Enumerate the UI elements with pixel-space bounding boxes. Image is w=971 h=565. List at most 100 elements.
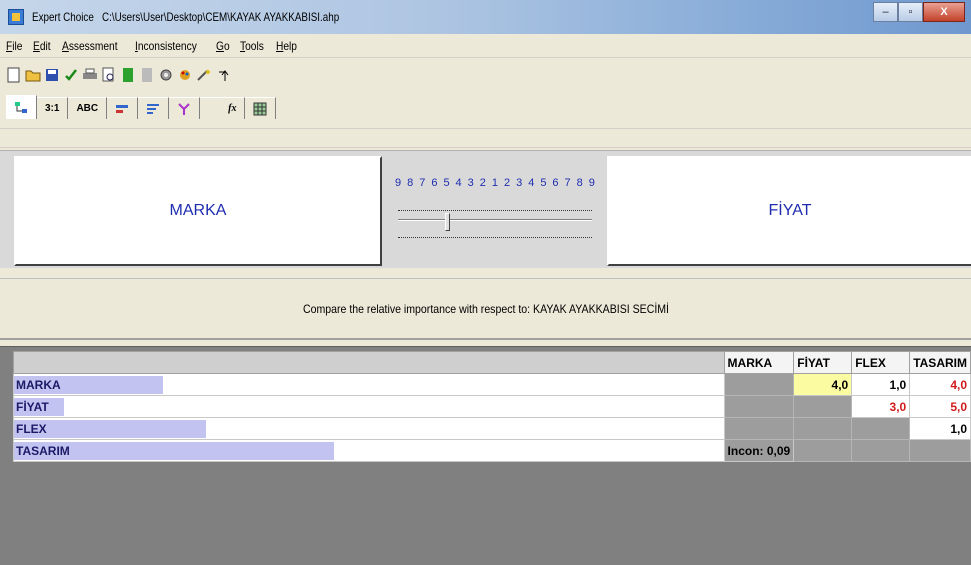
matrix-cell[interactable]: [793, 439, 853, 462]
row-label: FLEX: [16, 421, 47, 436]
tab-numerical[interactable]: 3:1: [37, 97, 69, 119]
scale-number: 4: [528, 177, 535, 189]
bars-icon: [116, 104, 129, 113]
row-label: MARKA: [16, 377, 61, 392]
col-header[interactable]: FLEX: [851, 351, 911, 374]
row-label: FİYAT: [16, 399, 49, 414]
title-bar: Expert Choice C:\Users\User\Desktop\CEM\…: [0, 0, 971, 34]
minimize-button[interactable]: –: [873, 2, 898, 22]
maximize-button[interactable]: ▫: [898, 2, 923, 22]
row-element-name[interactable]: FİYAT: [13, 395, 725, 418]
open-folder-icon[interactable]: [25, 67, 41, 83]
matrix-cell[interactable]: 1,0: [851, 373, 911, 396]
tree-icon: [15, 101, 27, 113]
right-element[interactable]: FİYAT: [607, 156, 971, 266]
menu-tools[interactable]: Tools: [240, 39, 264, 53]
tab-structure[interactable]: [169, 97, 201, 119]
scale-number: 4: [455, 177, 462, 189]
matrix-cell[interactable]: [723, 395, 795, 418]
view-tabs: 3:1 ABC fx: [6, 95, 277, 119]
scale-number: 2: [479, 177, 486, 189]
scale-number: 6: [431, 177, 438, 189]
matrix-cell[interactable]: [723, 373, 795, 396]
inconsistency-value[interactable]: Incon: 0,09: [723, 439, 795, 462]
window-title: Expert Choice C:\Users\User\Desktop\CEM\…: [32, 10, 340, 24]
menu-assessment[interactable]: Assessment: [62, 39, 118, 53]
fork-icon: [178, 102, 190, 115]
scale-numbers: 98765432123456789: [395, 177, 595, 189]
arrow-up-icon[interactable]: [215, 67, 231, 83]
matrix-corner: [13, 351, 725, 374]
comparison-slider-track[interactable]: [398, 219, 592, 221]
matrix-cell[interactable]: 4,0: [793, 373, 853, 396]
green-book-icon[interactable]: [120, 67, 136, 83]
scale-number: 5: [443, 177, 450, 189]
tab-tree[interactable]: [6, 95, 37, 119]
matrix-header-row: MARKA FİYAT FLEX TASARIM: [13, 351, 971, 374]
comparison-matrix-area: MARKA FİYAT FLEX TASARIM MARKA 4,0 1,0 4,0 F…: [0, 346, 971, 565]
menu-edit[interactable]: Edit: [33, 39, 51, 53]
tab-verbal[interactable]: ABC: [68, 97, 108, 119]
matrix-cell[interactable]: 3,0: [851, 395, 911, 418]
tab-formula[interactable]: fx: [200, 97, 246, 119]
scale-number: 8: [407, 177, 414, 189]
window-controls: – ▫ X: [873, 2, 965, 22]
table-row: FİYAT 3,0 5,0: [13, 395, 971, 418]
scale-ticks-bottom: [398, 237, 592, 238]
scale-number: 9: [395, 177, 402, 189]
scale-number: 5: [540, 177, 547, 189]
menu-file[interactable]: File: [6, 39, 22, 53]
scale-number: 7: [419, 177, 426, 189]
scale-number: 9: [588, 177, 595, 189]
matrix-cell[interactable]: [851, 439, 911, 462]
tab-data-grid[interactable]: [245, 97, 277, 119]
gear-icon[interactable]: [158, 67, 174, 83]
matrix-cell[interactable]: [723, 417, 795, 440]
matrix-cell[interactable]: [851, 417, 911, 440]
toolbar: [6, 62, 231, 88]
menu-bar: File Edit Assessment Inconsistency Go To…: [0, 34, 971, 58]
menu-inconsistency[interactable]: Inconsistency: [135, 39, 197, 53]
info-strip: [0, 128, 971, 148]
new-file-icon[interactable]: [6, 67, 22, 83]
comparison-question: Compare the relative importance with res…: [0, 278, 971, 340]
matrix-cell[interactable]: [793, 395, 853, 418]
check-icon[interactable]: [63, 67, 79, 83]
app-icon: [8, 9, 24, 25]
table-row: TASARIM Incon: 0,09: [13, 439, 971, 462]
pairwise-comparison-panel: MARKA 98765432123456789 FİYAT: [0, 150, 971, 268]
comparison-slider-thumb[interactable]: [444, 213, 450, 231]
scale-number: 7: [564, 177, 571, 189]
left-element[interactable]: MARKA: [14, 156, 382, 266]
menu-go[interactable]: Go: [216, 39, 230, 53]
lines-icon: [147, 103, 160, 114]
print-preview-icon[interactable]: [101, 67, 117, 83]
table-row: FLEX 1,0: [13, 417, 971, 440]
menu-help[interactable]: Help: [276, 39, 297, 53]
scale-number: 3: [467, 177, 474, 189]
matrix-cell[interactable]: 1,0: [909, 417, 971, 440]
tab-graphical[interactable]: [107, 97, 139, 119]
tab-priorities[interactable]: [138, 97, 170, 119]
matrix-cell[interactable]: [909, 439, 971, 462]
scale-number: 6: [552, 177, 559, 189]
grid-icon: [253, 102, 267, 115]
scale-number: 3: [516, 177, 523, 189]
matrix-cell[interactable]: 4,0: [909, 373, 971, 396]
close-button[interactable]: X: [923, 2, 965, 22]
col-header[interactable]: TASARIM: [909, 351, 971, 374]
print-icon[interactable]: [82, 67, 98, 83]
wand-icon[interactable]: [196, 67, 212, 83]
save-icon[interactable]: [44, 67, 60, 83]
paint-icon[interactable]: [177, 67, 193, 83]
row-element-name[interactable]: TASARIM: [13, 439, 725, 462]
scale-number: 2: [503, 177, 511, 189]
scale-number: 1: [491, 177, 498, 189]
gray-book-icon[interactable]: [139, 67, 155, 83]
matrix-cell[interactable]: 5,0: [909, 395, 971, 418]
col-header[interactable]: MARKA: [723, 351, 795, 374]
col-header[interactable]: FİYAT: [793, 351, 853, 374]
row-element-name[interactable]: MARKA: [13, 373, 725, 396]
matrix-cell[interactable]: [793, 417, 853, 440]
row-element-name[interactable]: FLEX: [13, 417, 725, 440]
